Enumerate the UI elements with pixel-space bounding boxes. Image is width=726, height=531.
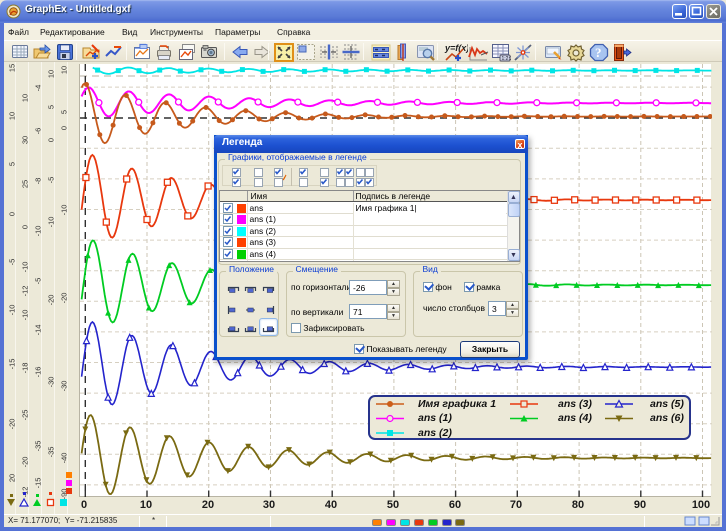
svg-text:?: ?: [595, 45, 602, 60]
svg-text:1:2:3: 1:2:3: [501, 56, 511, 62]
svg-text:y=f(x): y=f(x): [444, 43, 468, 53]
